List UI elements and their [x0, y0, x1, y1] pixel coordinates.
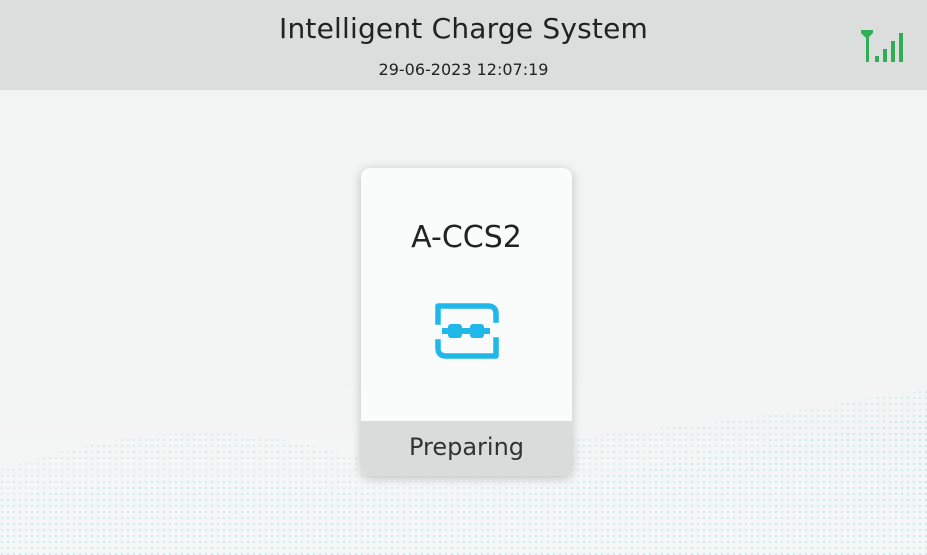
signal-strength-icon — [861, 30, 903, 62]
current-datetime: 29-06-2023 12:07:19 — [378, 60, 549, 79]
connector-status-bar: Preparing — [361, 421, 572, 476]
top-header-bar: Intelligent Charge System 29-06-2023 12:… — [0, 0, 927, 90]
plug-connection-icon — [435, 303, 499, 359]
connector-status: Preparing — [408, 433, 525, 461]
charger-home-screen: Intelligent Charge System 29-06-2023 12:… — [0, 0, 927, 555]
connector-card-a-ccs2[interactable]: A-CCS2 Preparing — [361, 168, 572, 476]
connector-name: A-CCS2 — [411, 220, 522, 255]
app-title: Intelligent Charge System — [279, 12, 648, 45]
